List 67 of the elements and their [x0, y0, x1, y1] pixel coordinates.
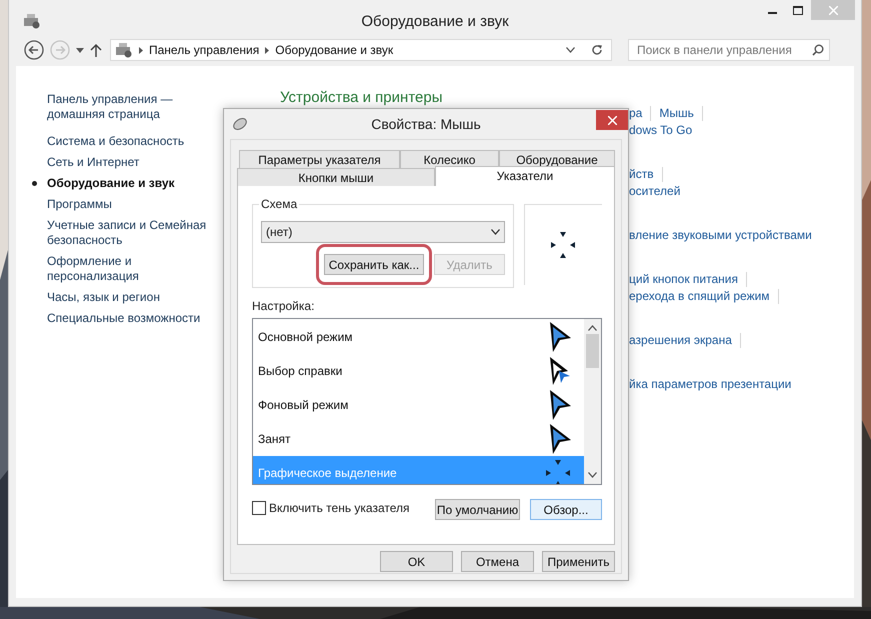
cursor-button[interactable]: Обзор... [530, 499, 602, 520]
section-heading[interactable]: Устройства и принтеры [280, 89, 854, 107]
sidebar-item[interactable]: Система и безопасность [32, 134, 212, 149]
cursor-row[interactable]: Фоновый режим [253, 388, 584, 422]
cursor-row[interactable]: Основной режим [253, 320, 584, 354]
cursor-list[interactable]: Основной режим Выбор справки Фоновый режим Занят Графическое выделение [252, 318, 602, 485]
search-icon [812, 44, 824, 56]
arrow-cursor-icon [548, 321, 572, 353]
dialog-title: Свойства: Мышь [371, 116, 481, 132]
breadcrumb-arrow-icon [139, 46, 143, 54]
scrollbar-thumb[interactable] [586, 334, 599, 368]
address-bar[interactable]: Панель управления Оборудование и звук [110, 39, 612, 61]
breadcrumb-item[interactable]: Панель управления [149, 43, 260, 57]
arrow-cursor-icon [548, 389, 572, 421]
scrollbar[interactable] [584, 319, 601, 484]
devices-icon [23, 13, 41, 29]
mouse-icon [232, 116, 248, 130]
crosshair-cursor-icon [549, 230, 578, 260]
cursor-button[interactable]: По умолчанию [435, 499, 520, 520]
dialog-button[interactable]: OK [380, 551, 453, 572]
search-field[interactable]: Поиск в панели управления [628, 39, 830, 61]
scroll-down-icon[interactable] [588, 472, 597, 478]
task-link[interactable]: йка параметров презентации [629, 377, 800, 392]
dialog-button[interactable]: Применить [542, 551, 615, 572]
refresh-icon[interactable] [591, 44, 603, 56]
maximize-icon [793, 6, 803, 14]
close-button[interactable] [596, 110, 628, 130]
history-dropdown-button[interactable] [76, 48, 84, 52]
sidebar-item[interactable]: Панель управления — домашняя страница [32, 92, 212, 122]
tab[interactable]: Указатели [434, 166, 615, 186]
scheme-button[interactable]: Сохранить как... [324, 254, 424, 275]
task-link[interactable]: осителей [629, 184, 690, 199]
help-cursor-icon [548, 356, 572, 386]
task-link[interactable]: вление звуковыми устройствами [629, 228, 821, 243]
arrow-cursor-icon [548, 423, 572, 455]
cursor-row[interactable]: Занят [253, 422, 584, 456]
list-label: Настройка: [252, 299, 316, 313]
breadcrumb-arrow-icon [265, 46, 270, 54]
minimize-icon [768, 12, 776, 14]
sidebar-item[interactable]: Часы, язык и регион [32, 290, 212, 305]
sidebar-item[interactable]: Оформление и персонализация [32, 254, 212, 284]
scroll-up-icon[interactable] [588, 325, 597, 331]
chevron-down-icon [490, 229, 500, 235]
devices-icon [115, 42, 133, 58]
tab[interactable]: Кнопки мыши [237, 168, 435, 186]
breadcrumb-item[interactable]: Оборудование и звук [275, 43, 394, 57]
task-link[interactable]: dows To Go [629, 123, 702, 138]
shadow-checkbox[interactable]: Включить тень указателя [252, 500, 410, 514]
close-icon [608, 116, 616, 124]
sidebar-item[interactable]: Программы [32, 197, 212, 212]
scheme-dropdown[interactable]: (нет) [261, 221, 505, 243]
close-icon [828, 6, 838, 14]
sidebar-item[interactable]: Сеть и Интернет [32, 155, 212, 170]
cursor-row[interactable]: Выбор справки [253, 354, 584, 388]
group-label: Схема [259, 197, 300, 211]
sidebar-item[interactable]: Учетные записи и Семейная безопасность [32, 218, 212, 248]
crosshair-cursor-icon [544, 458, 572, 484]
sidebar-item[interactable]: Оборудование и звук [32, 176, 212, 191]
dialog-button[interactable]: Отмена [461, 551, 534, 572]
task-link[interactable]: Мышь [659, 106, 703, 121]
window-title: Оборудование и звук [361, 13, 509, 30]
up-button[interactable] [90, 43, 102, 57]
sidebar-item[interactable]: Специальные возможности [32, 311, 212, 326]
back-button[interactable] [24, 40, 44, 60]
tab[interactable]: Колесико [400, 150, 499, 168]
tab[interactable]: Параметры указателя [239, 150, 400, 168]
chevron-down-icon [566, 47, 575, 53]
